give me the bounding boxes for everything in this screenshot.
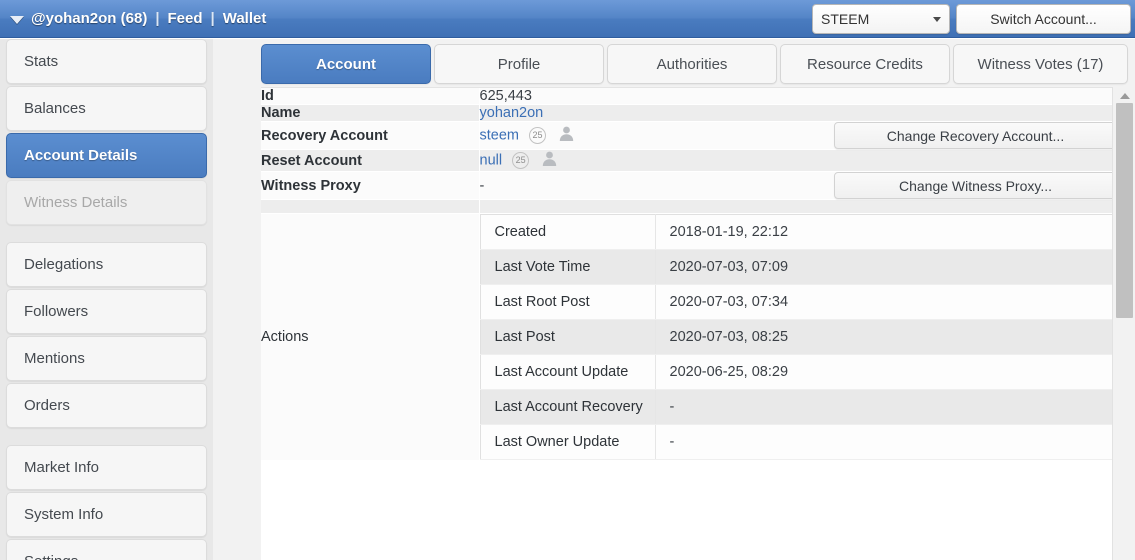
- actions-label-last-account-update: Last Account Update: [480, 354, 656, 390]
- actions-value-last-vote-time: 2020-07-03, 07:09: [655, 249, 1125, 285]
- row-value-witness-proxy: - Change Witness Proxy...: [479, 171, 1125, 200]
- actions-value-last-owner-update: -: [655, 424, 1125, 460]
- tab-bar: Account Profile Authorities Resource Cre…: [261, 44, 1135, 86]
- sidebar-item-mentions[interactable]: Mentions: [6, 336, 207, 381]
- table-row: Last Root Post 2020-07-03, 07:34: [480, 284, 1125, 320]
- table-row-witness-proxy: Witness Proxy - Change Witness Proxy...: [261, 171, 1125, 200]
- sidebar-item-market-info[interactable]: Market Info: [6, 445, 207, 490]
- sidebar-item-settings[interactable]: Settings: [6, 539, 207, 560]
- table-row-name: Name yohan2on: [261, 104, 1125, 122]
- account-name-link-value[interactable]: yohan2on: [480, 105, 544, 121]
- sidebar-item-orders[interactable]: Orders: [6, 383, 207, 428]
- chain-select-dropdown[interactable]: STEEM: [812, 4, 950, 34]
- recovery-account-link[interactable]: steem: [480, 127, 520, 143]
- table-row-spacer: [261, 199, 1125, 214]
- vertical-scrollbar[interactable]: [1112, 87, 1135, 560]
- person-icon: [558, 125, 575, 146]
- row-value-reset-account: null 25: [479, 149, 1125, 172]
- table-row: Last Account Recovery -: [480, 389, 1125, 425]
- row-label-id: Id: [261, 88, 480, 105]
- table-row: Last Owner Update -: [480, 424, 1125, 460]
- change-recovery-account-button[interactable]: Change Recovery Account...: [834, 122, 1117, 149]
- account-detail-table: Id 625,443 Name yohan2on Recovery Accoun…: [261, 88, 1125, 461]
- row-value-id: 625,443: [479, 88, 1125, 105]
- feed-link[interactable]: Feed: [168, 0, 203, 38]
- tab-resource-credits[interactable]: Resource Credits: [780, 44, 950, 84]
- tab-authorities[interactable]: Authorities: [607, 44, 777, 84]
- sidebar-item-witness-details: Witness Details: [6, 180, 207, 225]
- caret-down-icon[interactable]: [10, 15, 24, 24]
- row-label-actions: Actions: [261, 213, 480, 461]
- sidebar-item-balances[interactable]: Balances: [6, 86, 207, 131]
- top-header-bar: @yohan2on (68) | Feed | Wallet STEEM Swi…: [0, 0, 1135, 38]
- header-controls: STEEM Switch Account...: [812, 0, 1131, 38]
- actions-label-created: Created: [480, 214, 656, 250]
- main-panel: Account Profile Authorities Resource Cre…: [213, 39, 1135, 560]
- row-label-witness-proxy: Witness Proxy: [261, 171, 480, 200]
- header-separator-2: |: [210, 9, 215, 27]
- tab-profile[interactable]: Profile: [434, 44, 604, 84]
- sidebar-nav: Stats Balances Account Details Witness D…: [0, 39, 213, 560]
- actions-value-created: 2018-01-19, 22:12: [655, 214, 1125, 250]
- actions-label-last-post: Last Post: [480, 319, 656, 355]
- tab-witness-votes[interactable]: Witness Votes (17): [953, 44, 1128, 84]
- sidebar-item-stats[interactable]: Stats: [6, 39, 207, 84]
- sidebar-divider-2: [6, 430, 207, 445]
- row-label-reset-account: Reset Account: [261, 149, 480, 172]
- account-details-content: Id 625,443 Name yohan2on Recovery Accoun…: [261, 87, 1135, 560]
- account-menu-group[interactable]: @yohan2on (68) | Feed | Wallet: [0, 0, 266, 37]
- account-name-link[interactable]: @yohan2on (68): [31, 0, 147, 38]
- sidebar-item-followers[interactable]: Followers: [6, 289, 207, 334]
- table-row: Created 2018-01-19, 22:12: [480, 214, 1125, 250]
- reset-account-link[interactable]: null: [480, 152, 503, 168]
- table-row: Last Post 2020-07-03, 08:25: [480, 319, 1125, 355]
- scrollbar-thumb[interactable]: [1116, 103, 1133, 318]
- header-separator-1: |: [155, 9, 160, 27]
- actions-label-last-account-recovery: Last Account Recovery: [480, 389, 656, 425]
- row-label-name: Name: [261, 104, 480, 122]
- table-row-actions: Actions Created 2018-01-19, 22:12 Last V…: [261, 213, 1125, 461]
- scroll-up-arrow-icon[interactable]: [1116, 90, 1133, 102]
- actions-value-last-account-recovery: -: [655, 389, 1125, 425]
- row-value-recovery-account: steem 25 Change Recovery Account...: [479, 121, 1125, 150]
- actions-value-last-root-post: 2020-07-03, 07:34: [655, 284, 1125, 320]
- actions-value-last-post: 2020-07-03, 08:25: [655, 319, 1125, 355]
- table-row-recovery-account: Recovery Account steem 25 Change Recover…: [261, 121, 1125, 150]
- sidebar-item-account-details[interactable]: Account Details: [6, 133, 207, 178]
- row-value-name: yohan2on: [479, 104, 1125, 122]
- change-witness-proxy-button[interactable]: Change Witness Proxy...: [834, 172, 1117, 199]
- reputation-badge: 25: [512, 152, 530, 169]
- actions-value-last-account-update: 2020-06-25, 08:29: [655, 354, 1125, 390]
- reputation-badge: 25: [529, 127, 547, 144]
- actions-label-last-vote-time: Last Vote Time: [480, 249, 656, 285]
- sidebar-divider-1: [6, 227, 207, 242]
- table-row-id: Id 625,443: [261, 88, 1125, 105]
- actions-label-last-root-post: Last Root Post: [480, 284, 656, 320]
- sidebar-item-delegations[interactable]: Delegations: [6, 242, 207, 287]
- witness-proxy-value: -: [479, 177, 485, 194]
- sidebar-item-system-info[interactable]: System Info: [6, 492, 207, 537]
- tab-account[interactable]: Account: [261, 44, 431, 84]
- spacer-cell-right: [479, 199, 1125, 214]
- table-row: Last Account Update 2020-06-25, 08:29: [480, 354, 1125, 390]
- chain-select-value: STEEM: [821, 11, 870, 27]
- table-row-reset-account: Reset Account null 25: [261, 149, 1125, 172]
- actions-inner-table: Created 2018-01-19, 22:12 Last Vote Time…: [479, 214, 1125, 460]
- row-label-recovery-account: Recovery Account: [261, 121, 480, 150]
- table-row: Last Vote Time 2020-07-03, 07:09: [480, 249, 1125, 285]
- row-value-actions: Created 2018-01-19, 22:12 Last Vote Time…: [479, 213, 1125, 461]
- actions-label-last-owner-update: Last Owner Update: [480, 424, 656, 460]
- wallet-link[interactable]: Wallet: [223, 0, 267, 38]
- person-icon: [541, 150, 558, 171]
- spacer-cell-left: [261, 199, 480, 214]
- chevron-down-icon: [933, 16, 941, 22]
- switch-account-button[interactable]: Switch Account...: [956, 4, 1131, 34]
